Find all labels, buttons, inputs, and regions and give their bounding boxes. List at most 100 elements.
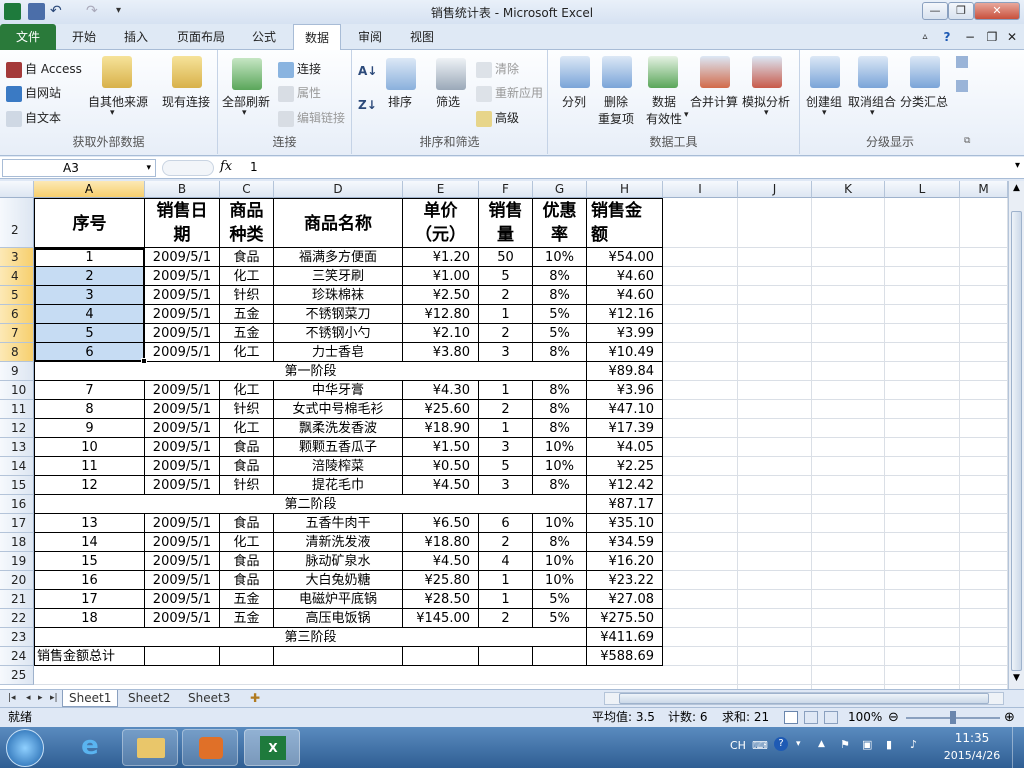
empty-cell[interactable] (145, 647, 220, 666)
cell-f19[interactable]: 4 (479, 552, 533, 571)
cell-g6[interactable]: 5% (533, 305, 587, 324)
tab-data[interactable]: 数据 (293, 24, 341, 50)
cell-g22[interactable]: 5% (533, 609, 587, 628)
cell-e8[interactable]: ¥3.80 (403, 343, 479, 362)
zoom-in-icon[interactable]: ⊕ (1004, 708, 1015, 727)
cell-g18[interactable]: 8% (533, 533, 587, 552)
cell-f7[interactable]: 2 (479, 324, 533, 343)
cell-h19[interactable]: ¥16.20 (587, 552, 663, 571)
clock-date[interactable]: 2015/4/26 (938, 749, 1006, 762)
cell-e13[interactable]: ¥1.50 (403, 438, 479, 457)
cell-d22[interactable]: 高压电饭锅 (274, 609, 403, 628)
restore-button[interactable]: ❐ (948, 2, 974, 20)
cell-c14[interactable]: 食品 (220, 457, 274, 476)
cell-c8[interactable]: 化工 (220, 343, 274, 362)
cell-f8[interactable]: 3 (479, 343, 533, 362)
formula-input[interactable]: 1 (250, 160, 258, 174)
show-desktop-button[interactable] (1012, 727, 1024, 768)
row-header-18[interactable]: 18 (0, 533, 34, 552)
what-if-dropdown-icon[interactable]: ▾ (764, 108, 769, 118)
cell-f17[interactable]: 6 (479, 514, 533, 533)
cell-h14[interactable]: ¥2.25 (587, 457, 663, 476)
sheet-tab-sheet3[interactable]: Sheet3 (182, 690, 236, 707)
cell-a11[interactable]: 8 (34, 400, 145, 419)
remove-duplicates-button[interactable]: 删除 重复项 (598, 93, 634, 127)
column-header-k[interactable]: K (812, 181, 885, 198)
row-header-21[interactable]: 21 (0, 590, 34, 609)
from-web-button[interactable]: 自网站 (6, 84, 61, 102)
cell-h12[interactable]: ¥17.39 (587, 419, 663, 438)
cell-f22[interactable]: 2 (479, 609, 533, 628)
cell-e12[interactable]: ¥18.90 (403, 419, 479, 438)
cell-g13[interactable]: 10% (533, 438, 587, 457)
cell-c15[interactable]: 针织 (220, 476, 274, 495)
sort-descending-icon[interactable]: Z↓ (358, 98, 377, 112)
show-detail-icon[interactable] (956, 56, 968, 68)
advanced-button[interactable]: 高级 (476, 109, 519, 127)
cell-a10[interactable]: 7 (34, 381, 145, 400)
tab-review[interactable]: 审阅 (348, 24, 392, 50)
grand-total-value[interactable]: ¥588.69 (587, 647, 663, 666)
cell-a8[interactable]: 6 (34, 343, 145, 362)
horizontal-scroll-thumb[interactable] (619, 693, 989, 704)
cell-c11[interactable]: 针织 (220, 400, 274, 419)
page-break-view-icon[interactable] (824, 711, 838, 724)
cell-h11[interactable]: ¥47.10 (587, 400, 663, 419)
cell-c6[interactable]: 五金 (220, 305, 274, 324)
cell-a17[interactable]: 13 (34, 514, 145, 533)
tray-options-icon[interactable]: ▾ (796, 739, 801, 749)
row-header-24[interactable]: 24 (0, 647, 34, 666)
empty-cell[interactable] (479, 647, 533, 666)
start-button-icon[interactable] (6, 729, 44, 767)
last-sheet-icon[interactable]: ▸| (44, 690, 64, 707)
row-header-6[interactable]: 6 (0, 305, 34, 324)
cell-a5[interactable]: 3 (34, 286, 145, 305)
cell-g7[interactable]: 5% (533, 324, 587, 343)
cell-a19[interactable]: 15 (34, 552, 145, 571)
column-header-h[interactable]: H (587, 181, 663, 198)
row-header-10[interactable]: 10 (0, 381, 34, 400)
tab-home[interactable]: 开始 (62, 24, 106, 50)
zoom-slider-handle[interactable] (950, 711, 956, 724)
cell-c13[interactable]: 食品 (220, 438, 274, 457)
stage-label[interactable]: 第二阶段 (34, 495, 587, 514)
column-header-f[interactable]: F (479, 181, 533, 198)
connections-button[interactable]: 连接 (278, 60, 321, 78)
name-box[interactable]: A3 ▾ (2, 159, 156, 177)
cell-c12[interactable]: 化工 (220, 419, 274, 438)
select-all-corner[interactable] (0, 181, 34, 198)
fill-handle[interactable] (141, 358, 147, 364)
cell-c18[interactable]: 化工 (220, 533, 274, 552)
dialog-launcher-icon[interactable]: ⧉ (964, 136, 970, 146)
device-icon[interactable]: ▣ (862, 738, 872, 751)
tab-file[interactable]: 文件 (0, 24, 56, 50)
cell-g14[interactable]: 10% (533, 457, 587, 476)
consolidate-button[interactable]: 合并计算 (690, 93, 738, 110)
cell-c17[interactable]: 食品 (220, 514, 274, 533)
ungroup-dropdown-icon[interactable]: ▾ (870, 108, 875, 118)
cell-e18[interactable]: ¥18.80 (403, 533, 479, 552)
cell-f14[interactable]: 5 (479, 457, 533, 476)
cell-a20[interactable]: 16 (34, 571, 145, 590)
cell-b19[interactable]: 2009/5/1 (145, 552, 220, 571)
cell-g17[interactable]: 10% (533, 514, 587, 533)
vertical-scrollbar[interactable]: ▲ ▼ (1008, 181, 1024, 689)
tab-formulas[interactable]: 公式 (244, 24, 284, 50)
cell-e3[interactable]: ¥1.20 (403, 248, 479, 267)
data-validation-button[interactable]: 数据 有效性 (646, 93, 682, 127)
clock-time[interactable]: 11:35 (942, 731, 1002, 745)
page-layout-view-icon[interactable] (804, 711, 818, 724)
sort-ascending-icon[interactable]: A↓ (358, 64, 377, 78)
cell-g15[interactable]: 8% (533, 476, 587, 495)
cell-b11[interactable]: 2009/5/1 (145, 400, 220, 419)
worksheet-grid[interactable]: A B C D E F G H I J K L M 2 序号 销售日期商品 种类 商品名称 单价 （元） 销售量优惠率销… (0, 181, 1008, 689)
media-player-icon[interactable] (182, 729, 238, 766)
zoom-level[interactable]: 100% (848, 708, 882, 727)
cell-d17[interactable]: 五香牛肉干 (274, 514, 403, 533)
cell-f20[interactable]: 1 (479, 571, 533, 590)
cell-f12[interactable]: 1 (479, 419, 533, 438)
cell-f4[interactable]: 5 (479, 267, 533, 286)
cell-d14[interactable]: 涪陵榨菜 (274, 457, 403, 476)
cell-h3[interactable]: ¥54.00 (587, 248, 663, 267)
empty-cell[interactable] (403, 647, 479, 666)
